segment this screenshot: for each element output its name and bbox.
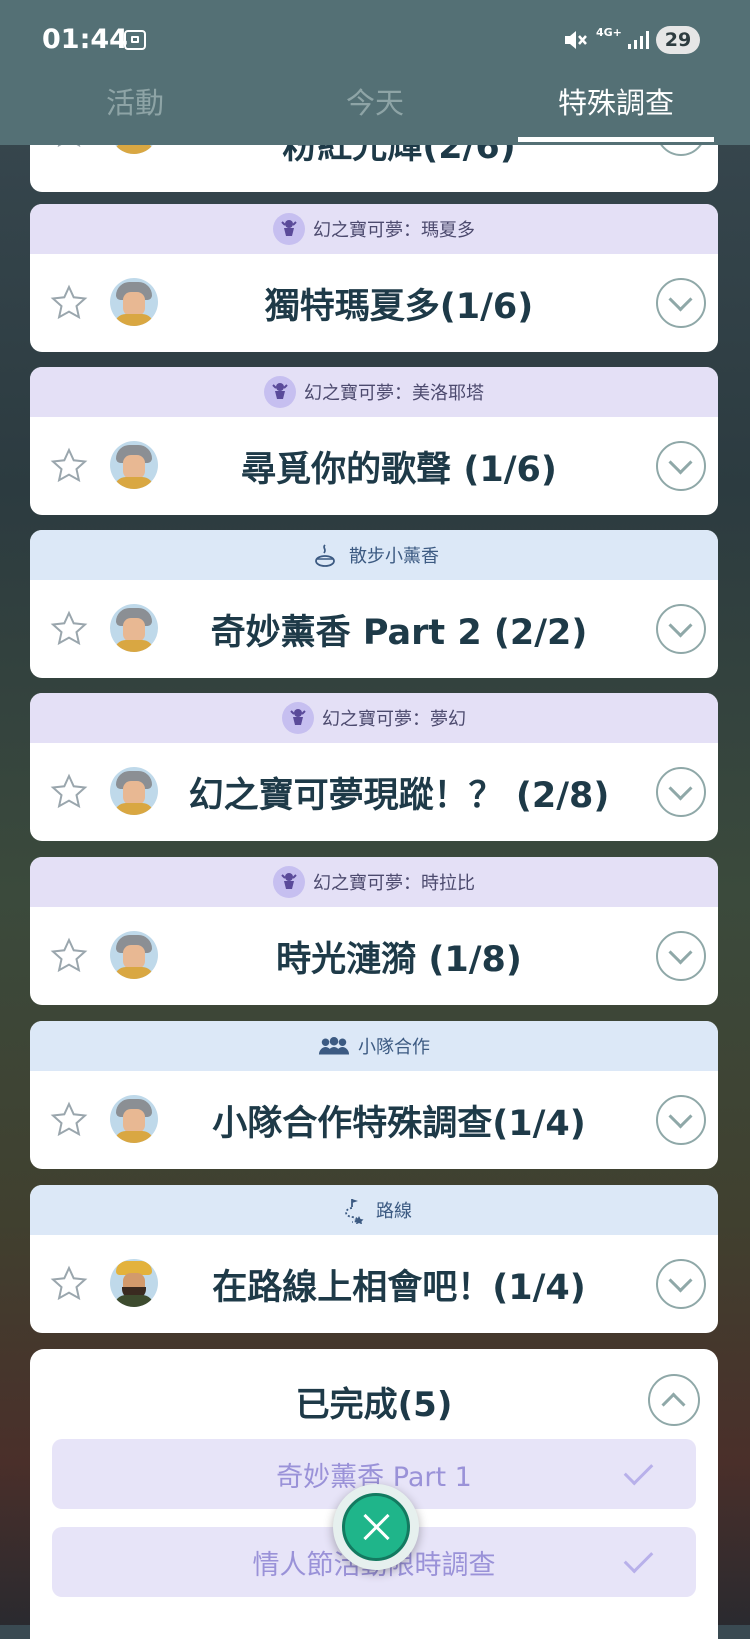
star-icon[interactable] <box>50 284 88 322</box>
team-icon <box>318 1030 350 1062</box>
quest-title: 在路線上相會吧！(1/4) <box>212 1267 586 1308</box>
category-banner: 幻之寶可夢：美洛耶塔 <box>30 367 718 417</box>
tab-bar: 活動 今天 特殊調查 <box>0 82 750 145</box>
quest-card[interactable]: 幻之寶可夢：夢幻 幻之寶可夢現蹤！？ (2/8) <box>30 693 718 841</box>
tab-special-research[interactable]: 特殊調查 <box>518 82 714 145</box>
avatar <box>110 931 158 979</box>
avatar <box>110 1095 158 1143</box>
category-banner: 幻之寶可夢：瑪夏多 <box>30 204 718 254</box>
mythical-pokemon-icon <box>273 866 305 898</box>
chevron-down-icon[interactable] <box>656 441 706 491</box>
incense-icon <box>309 539 341 571</box>
status-bar: 01:44 4G+ 29 <box>0 0 750 80</box>
tab-events[interactable]: 活動 <box>60 82 210 145</box>
category-label: 幻之寶可夢：夢幻 <box>322 709 466 730</box>
star-icon[interactable] <box>50 1101 88 1139</box>
star-icon[interactable] <box>50 447 88 485</box>
star-icon[interactable] <box>50 773 88 811</box>
close-button[interactable] <box>333 1484 419 1570</box>
category-label: 幻之寶可夢：美洛耶塔 <box>304 383 484 404</box>
signal-icon <box>628 31 649 49</box>
quest-card[interactable]: 散步小薰香 奇妙薰香 Part 2 (2/2) <box>30 530 718 678</box>
quest-title: 獨特瑪夏多(1/6) <box>264 286 534 327</box>
mythical-pokemon-icon <box>282 702 314 734</box>
mythical-pokemon-icon <box>273 213 305 245</box>
category-banner: 幻之寶可夢：夢幻 <box>30 693 718 743</box>
mute-icon <box>565 31 587 49</box>
battery-indicator: 29 <box>656 26 700 54</box>
chevron-down-icon[interactable] <box>656 604 706 654</box>
category-label: 小隊合作 <box>358 1037 430 1058</box>
active-tab-indicator <box>518 137 714 142</box>
category-banner: 小隊合作 <box>30 1021 718 1071</box>
app-header: 01:44 4G+ 29 活動 今天 特殊調查 <box>0 0 750 145</box>
network-indicator: 4G+ <box>596 26 622 39</box>
quest-card[interactable]: 小隊合作 小隊合作特殊調查(1/4) <box>30 1021 718 1169</box>
tab-today[interactable]: 今天 <box>300 82 450 145</box>
avatar <box>110 441 158 489</box>
screen-record-icon <box>124 30 146 50</box>
avatar <box>110 1259 158 1307</box>
route-icon <box>336 1194 368 1226</box>
quest-card[interactable]: 幻之寶可夢：美洛耶塔 尋覓你的歌聲 (1/6) <box>30 367 718 515</box>
avatar <box>110 604 158 652</box>
quest-title: 時光漣漪 (1/8) <box>276 939 522 980</box>
quest-title: 小隊合作特殊調查(1/4) <box>212 1103 586 1144</box>
chevron-down-icon[interactable] <box>656 931 706 981</box>
avatar <box>110 767 158 815</box>
quest-card[interactable]: 路線 在路線上相會吧！(1/4) <box>30 1185 718 1333</box>
category-label: 散步小薰香 <box>349 546 439 567</box>
check-icon <box>623 1543 654 1574</box>
category-label: 幻之寶可夢：時拉比 <box>313 873 475 894</box>
chevron-up-icon[interactable] <box>648 1374 700 1426</box>
quest-card[interactable]: 幻之寶可夢：時拉比 時光漣漪 (1/8) <box>30 857 718 1005</box>
chevron-down-icon[interactable] <box>656 278 706 328</box>
star-icon[interactable] <box>50 1265 88 1303</box>
chevron-down-icon[interactable] <box>656 1259 706 1309</box>
category-label: 幻之寶可夢：瑪夏多 <box>313 220 475 241</box>
quest-title: 奇妙薰香 Part 2 (2/2) <box>210 612 588 653</box>
mythical-pokemon-icon <box>264 376 296 408</box>
quest-card[interactable]: 幻之寶可夢：瑪夏多 獨特瑪夏多(1/6) <box>30 204 718 352</box>
star-icon[interactable] <box>50 937 88 975</box>
chevron-down-icon[interactable] <box>656 1095 706 1145</box>
category-label: 路線 <box>376 1201 412 1222</box>
check-icon <box>623 1455 654 1486</box>
star-icon[interactable] <box>50 610 88 648</box>
clock: 01:44 <box>42 24 128 55</box>
category-banner: 幻之寶可夢：時拉比 <box>30 857 718 907</box>
avatar <box>110 278 158 326</box>
chevron-down-icon[interactable] <box>656 767 706 817</box>
quest-title: 尋覓你的歌聲 (1/6) <box>241 449 557 490</box>
quest-title: 幻之寶可夢現蹤！？ (2/8) <box>188 775 610 816</box>
close-icon <box>342 1493 410 1561</box>
category-banner: 散步小薰香 <box>30 530 718 580</box>
completed-title: 已完成(5) <box>295 1385 453 1425</box>
category-banner: 路線 <box>30 1185 718 1235</box>
